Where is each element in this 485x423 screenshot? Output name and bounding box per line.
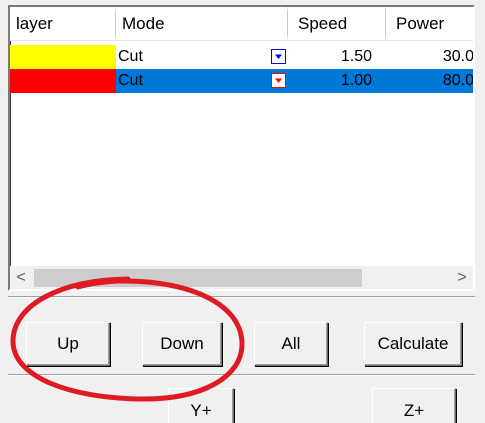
- power-value: 80.0: [442, 72, 474, 89]
- group-frame-middle-highlight: [8, 375, 475, 376]
- move-down-button[interactable]: Down: [142, 322, 222, 366]
- all-button[interactable]: All: [254, 322, 328, 366]
- mode-value: Cut: [118, 72, 143, 89]
- horizontal-scrollbar[interactable]: < >: [10, 266, 473, 289]
- move-up-button[interactable]: Up: [26, 322, 110, 366]
- mode-value: Cut: [118, 48, 143, 65]
- layer-list[interactable]: layer Mode Speed Power Cut 1.50 30.0 Cut…: [8, 5, 475, 291]
- column-header-power[interactable]: Power: [386, 7, 473, 40]
- mode-dropdown-button[interactable]: [271, 49, 286, 64]
- layer-row[interactable]: Cut 1.50 30.0: [10, 45, 473, 69]
- header-divider: [10, 40, 473, 41]
- layer-panel: layer Mode Speed Power Cut 1.50 30.0 Cut…: [0, 0, 485, 423]
- speed-value: 1.50: [340, 48, 372, 65]
- layer-row[interactable]: Cut 1.00 80.0: [10, 69, 473, 93]
- z-plus-button[interactable]: Z+: [372, 388, 456, 423]
- column-header-speed[interactable]: Speed: [288, 7, 386, 40]
- y-plus-button[interactable]: Y+: [168, 388, 234, 423]
- layer-color-swatch[interactable]: [10, 69, 116, 93]
- column-header-layer[interactable]: layer: [10, 7, 116, 40]
- column-header-mode[interactable]: Mode: [116, 7, 288, 40]
- group-frame-top-highlight: [8, 297, 475, 298]
- power-value: 30.0: [442, 48, 474, 65]
- calculate-button[interactable]: Calculate: [364, 322, 462, 366]
- speed-value: 1.00: [340, 72, 372, 89]
- layer-color-swatch[interactable]: [10, 45, 116, 69]
- list-header: layer Mode Speed Power: [10, 7, 473, 41]
- scroll-right-icon[interactable]: >: [451, 267, 473, 289]
- mode-dropdown-button[interactable]: [271, 73, 286, 88]
- scrollbar-thumb[interactable]: [34, 269, 362, 287]
- scroll-left-icon[interactable]: <: [10, 267, 32, 289]
